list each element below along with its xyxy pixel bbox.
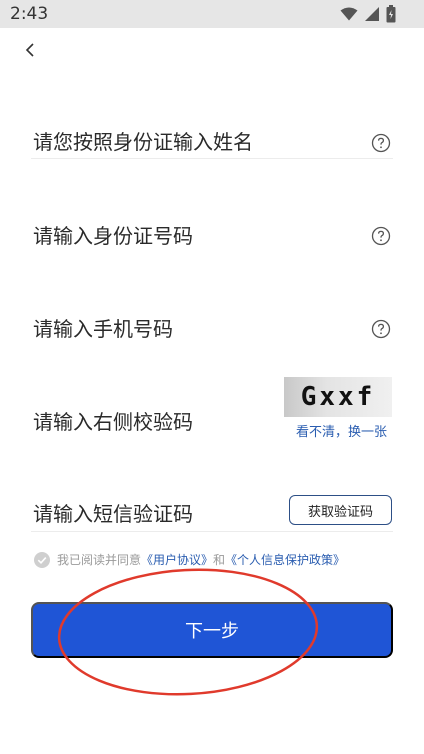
question-circle-icon[interactable] [371,319,391,339]
agreement-conjunction: 和 [213,553,226,567]
get-sms-code-button[interactable]: 获取验证码 [289,495,392,525]
status-bar: 2:43 [0,0,424,28]
sms-code-underline [31,531,393,532]
captcha-refresh-link[interactable]: 看不清，换一张 [296,421,387,440]
wifi-icon [340,7,358,21]
captcha-field[interactable]: 请输入右侧校验码 [31,398,281,442]
name-field[interactable]: 请您按照身份证输入姓名 [31,120,393,160]
agreement-prefix: 我已阅读并同意 [57,553,142,567]
name-underline [31,158,393,159]
signal-icon [365,7,379,21]
privacy-policy-link[interactable]: 《个人信息保护政策》 [225,551,345,568]
sms-code-placeholder: 请输入短信验证码 [33,502,193,526]
question-circle-icon[interactable] [371,226,391,246]
question-circle-icon[interactable] [371,133,391,153]
status-time: 2:43 [10,4,49,24]
battery-icon [386,5,396,23]
phone-placeholder: 请输入手机号码 [33,317,173,341]
captcha-code: Gxxf [300,382,376,412]
back-button[interactable] [18,38,42,62]
captcha-image[interactable]: Gxxf [284,377,392,417]
agreement-row: 我已阅读并同意 《用户协议》 和 《个人信息保护政策》 [34,551,345,568]
chevron-left-icon [25,43,34,57]
id-number-placeholder: 请输入身份证号码 [33,224,193,248]
sms-code-field[interactable]: 请输入短信验证码 [31,492,281,532]
captcha-placeholder: 请输入右侧校验码 [33,410,193,434]
user-agreement-link[interactable]: 《用户协议》 [141,551,213,568]
id-number-field[interactable]: 请输入身份证号码 [31,212,393,256]
next-step-button[interactable]: 下一步 [31,602,393,658]
check-circle-icon[interactable] [34,551,50,568]
phone-field[interactable]: 请输入手机号码 [31,305,393,349]
status-icons [340,5,396,23]
name-placeholder: 请您按照身份证输入姓名 [33,130,253,154]
